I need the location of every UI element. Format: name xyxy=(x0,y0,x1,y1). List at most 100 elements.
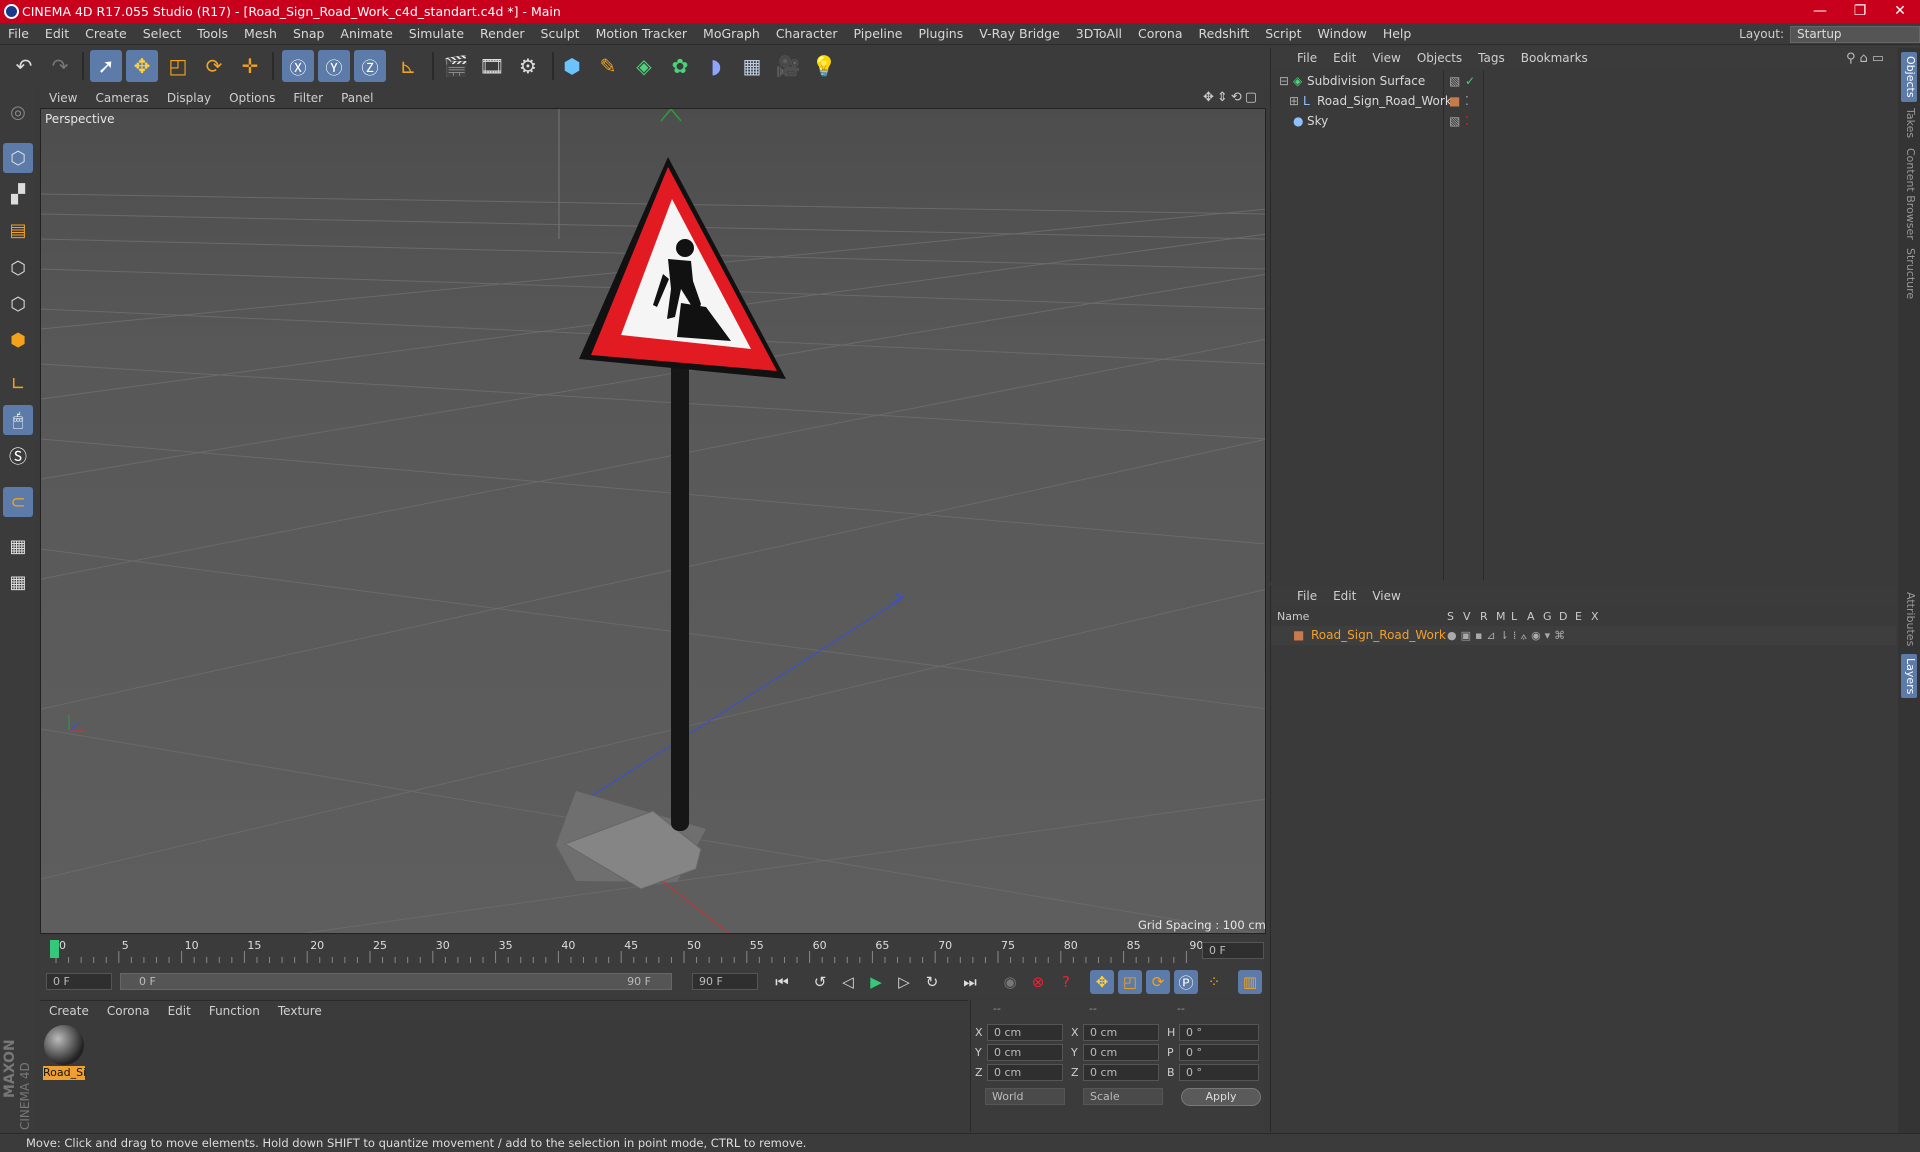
magnet-icon[interactable]: ⊂ xyxy=(3,487,33,517)
end-frame-field[interactable]: 90 F xyxy=(692,973,758,990)
menu-vray-bridge[interactable]: V-Ray Bridge xyxy=(971,26,1068,41)
go-to-next-key-icon[interactable]: ↻ xyxy=(920,970,944,994)
material-menu-edit[interactable]: Edit xyxy=(159,1004,200,1018)
recent-tool-icon[interactable]: ✛ xyxy=(234,50,266,82)
model-mode-icon[interactable]: ⬡ xyxy=(3,143,33,173)
timeline-window-icon[interactable]: ▥ xyxy=(1238,970,1262,994)
scale-mode-dropdown[interactable]: Scale xyxy=(1083,1088,1163,1105)
points-mode-icon[interactable]: ⬡ xyxy=(3,253,33,283)
workplane-lock-icon[interactable]: ▦ xyxy=(3,531,33,561)
z-axis-lock-icon[interactable]: Ⓩ xyxy=(354,50,386,82)
tab-objects[interactable]: Objects xyxy=(1901,52,1917,102)
tab-layers[interactable]: Layers xyxy=(1901,654,1917,699)
menu-motion-tracker[interactable]: Motion Tracker xyxy=(588,26,695,41)
menu-select[interactable]: Select xyxy=(135,26,190,41)
material-menu-create[interactable]: Create xyxy=(40,1004,98,1018)
menu-3dtoall[interactable]: 3DToAll xyxy=(1068,26,1130,41)
layer-menu-file[interactable]: File xyxy=(1289,589,1325,603)
close-button[interactable]: ✕ xyxy=(1880,0,1920,23)
timeline[interactable]: 0 5 10 15 20 25 30 35 40 45 50 55 60 65 70 75 80 85 90 0 F xyxy=(40,937,1266,965)
position-y-field[interactable]: 0 cm xyxy=(987,1044,1063,1061)
go-to-end-icon[interactable]: ⏭ xyxy=(958,970,982,994)
menu-simulate[interactable]: Simulate xyxy=(401,26,472,41)
viewport-menu-filter[interactable]: Filter xyxy=(284,91,332,105)
cloner-icon[interactable]: ✿ xyxy=(664,50,696,82)
layer-menu-edit[interactable]: Edit xyxy=(1325,589,1364,603)
object-row-road-sign[interactable]: ⊞ L Road_Sign_Road_Work ■ ⁚ xyxy=(1271,92,1896,111)
key-position-icon[interactable]: ✥ xyxy=(1090,970,1114,994)
menu-corona[interactable]: Corona xyxy=(1130,26,1190,41)
go-to-previous-key-icon[interactable]: ↺ xyxy=(808,970,832,994)
play-icon[interactable]: ▶ xyxy=(864,970,888,994)
material-menu-corona[interactable]: Corona xyxy=(98,1004,159,1018)
tab-structure[interactable]: Structure xyxy=(1901,244,1917,303)
undo-icon[interactable]: ↶ xyxy=(8,50,40,82)
cube-object-icon[interactable]: ⬢ xyxy=(556,50,588,82)
layout-dropdown[interactable]: Startup xyxy=(1790,25,1920,43)
object-menu-bookmarks[interactable]: Bookmarks xyxy=(1513,51,1596,65)
minimize-button[interactable]: — xyxy=(1800,0,1840,23)
viewport-menu-cameras[interactable]: Cameras xyxy=(86,91,157,105)
viewport-menu-display[interactable]: Display xyxy=(158,91,220,105)
menu-script[interactable]: Script xyxy=(1257,26,1309,41)
polygons-mode-icon[interactable]: ⬢ xyxy=(3,325,33,355)
current-frame-field[interactable]: 0 F xyxy=(1202,942,1264,959)
object-menu-objects[interactable]: Objects xyxy=(1409,51,1470,65)
visibility-dots-icon[interactable]: ⁚ xyxy=(1465,112,1469,131)
menu-edit[interactable]: Edit xyxy=(37,26,77,41)
tab-takes[interactable]: Takes xyxy=(1901,104,1917,142)
x-axis-lock-icon[interactable]: Ⓧ xyxy=(282,50,314,82)
menu-character[interactable]: Character xyxy=(768,26,846,41)
maximize-button[interactable]: ❐ xyxy=(1840,0,1880,23)
key-scale-icon[interactable]: ◰ xyxy=(1118,970,1142,994)
viewport-nav-icons[interactable]: ✥⇕⟲▢ xyxy=(1203,90,1260,105)
position-x-field[interactable]: 0 cm xyxy=(987,1024,1063,1041)
coordinate-system-icon[interactable]: ⊾ xyxy=(392,50,424,82)
playhead[interactable] xyxy=(50,940,59,958)
size-x-field[interactable]: 0 cm xyxy=(1083,1024,1159,1041)
scale-tool-icon[interactable]: ◰ xyxy=(162,50,194,82)
menu-mograph[interactable]: MoGraph xyxy=(695,26,768,41)
camera-icon[interactable]: 🎥 xyxy=(772,50,804,82)
material-menu-texture[interactable]: Texture xyxy=(269,1004,331,1018)
spline-pen-icon[interactable]: ✎ xyxy=(592,50,624,82)
object-menu-tags[interactable]: Tags xyxy=(1470,51,1513,65)
object-menu-edit[interactable]: Edit xyxy=(1325,51,1364,65)
deformer-icon[interactable]: ◗ xyxy=(700,50,732,82)
snap-icon[interactable]: Ⓢ xyxy=(3,441,33,471)
previous-frame-icon[interactable]: ◁ xyxy=(836,970,860,994)
tab-content-browser[interactable]: Content Browser xyxy=(1901,144,1917,244)
record-keys-icon[interactable]: ◉ xyxy=(998,970,1022,994)
rotate-tool-icon[interactable]: ⟳ xyxy=(198,50,230,82)
object-row-sky[interactable]: ● Sky ▧ ⁚ xyxy=(1271,112,1896,131)
menu-redshift[interactable]: Redshift xyxy=(1191,26,1258,41)
size-y-field[interactable]: 0 cm xyxy=(1083,1044,1159,1061)
keyframe-selection-icon[interactable]: ? xyxy=(1054,970,1078,994)
menu-create[interactable]: Create xyxy=(77,26,135,41)
position-z-field[interactable]: 0 cm xyxy=(987,1064,1063,1081)
enable-axis-icon[interactable]: ∟ xyxy=(3,369,33,399)
next-frame-icon[interactable]: ▷ xyxy=(892,970,916,994)
3d-viewport[interactable] xyxy=(40,108,1266,934)
viewport-menu-panel[interactable]: Panel xyxy=(332,91,382,105)
y-axis-lock-icon[interactable]: Ⓨ xyxy=(318,50,350,82)
menu-file[interactable]: File xyxy=(0,26,37,41)
menu-help[interactable]: Help xyxy=(1375,26,1420,41)
render-view-icon[interactable]: 🎬 xyxy=(440,50,472,82)
apply-button[interactable]: Apply xyxy=(1181,1088,1261,1106)
subdivision-surface-icon[interactable]: ◈ xyxy=(628,50,660,82)
autokey-icon[interactable]: ⊗ xyxy=(1026,970,1050,994)
menu-plugins[interactable]: Plugins xyxy=(910,26,971,41)
menu-render[interactable]: Render xyxy=(472,26,533,41)
rotation-b-field[interactable]: 0 ° xyxy=(1179,1064,1259,1081)
size-z-field[interactable]: 0 cm xyxy=(1083,1064,1159,1081)
render-picture-viewer-icon[interactable]: 🎞 xyxy=(476,50,508,82)
move-tool-icon[interactable]: ✥ xyxy=(126,50,158,82)
go-to-start-icon[interactable]: ⏮ xyxy=(770,970,794,994)
object-menu-view[interactable]: View xyxy=(1364,51,1408,65)
menu-animate[interactable]: Animate xyxy=(332,26,400,41)
light-icon[interactable]: 💡 xyxy=(808,50,840,82)
layer-menu-view[interactable]: View xyxy=(1364,589,1408,603)
key-parameter-icon[interactable]: Ⓟ xyxy=(1174,970,1198,994)
tweak-mode-icon[interactable]: 🖱 xyxy=(3,405,33,435)
